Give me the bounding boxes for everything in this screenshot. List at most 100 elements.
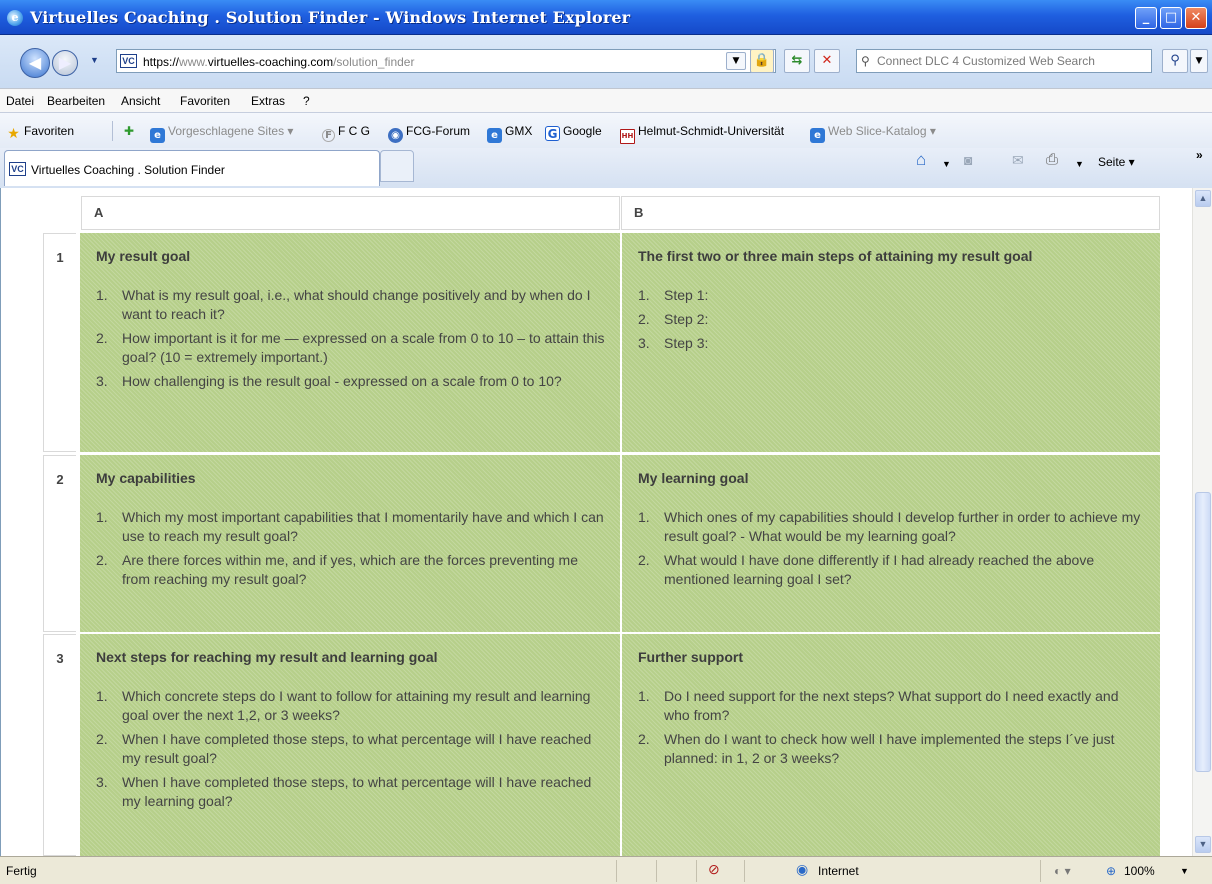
star-icon: ★ [7, 126, 20, 142]
security-zone: Internet [818, 864, 859, 878]
fav-fcg[interactable]: FF C G [322, 124, 370, 142]
stop-icon[interactable]: ✕ [814, 49, 840, 73]
menu-extras[interactable]: Extras [251, 94, 285, 108]
protected-mode-icon[interactable]: ◐ ▾ [1054, 864, 1071, 878]
list-item: 1. What is my result goal, i.e., what sho… [96, 287, 591, 322]
menu-bar: Datei Bearbeiten Ansicht Favoriten Extra… [0, 88, 1212, 112]
tab-label: Virtuelles Coaching . Solution Finder [31, 163, 225, 177]
column-header-b: B [621, 196, 1160, 230]
new-tab-button[interactable] [380, 150, 414, 182]
search-placeholder: Connect DLC 4 Customized Web Search [877, 54, 1095, 68]
list-item: 2. Step 2: [638, 311, 709, 327]
cell-2b: My learning goal 1. Which ones of my capa… [621, 454, 1161, 633]
list-item: 3. How challenging is the result goal - e… [96, 373, 562, 389]
fav-gmx[interactable]: e GMX [487, 124, 532, 143]
page-menu[interactable]: Seite ▾ [1098, 155, 1135, 169]
page-content: A B 1 My result goal 1. What is my result… [0, 188, 1192, 856]
cell-1a: My result goal 1. What is my result goal,… [79, 232, 621, 453]
cell-title: Next steps for reaching my result and le… [96, 649, 438, 665]
list-item: 1. Do I need support for the next steps? … [638, 688, 1119, 723]
search-field[interactable]: ⚲ Connect DLC 4 Customized Web Search [856, 49, 1152, 73]
address-field[interactable]: VC https://www.virtuelles-coaching.com/s… [116, 49, 776, 73]
status-divider [616, 860, 617, 882]
close-button[interactable]: ✕ [1185, 7, 1207, 29]
print-dropdown-icon[interactable]: ▼ [1075, 159, 1084, 169]
zoom-icon[interactable]: ⊕ [1106, 864, 1116, 878]
ie-icon: e [810, 128, 825, 143]
hsu-icon: HH [620, 129, 635, 144]
search-go-button[interactable]: ⚲ [1162, 49, 1188, 73]
status-divider [696, 860, 697, 882]
browser-window: e Virtuelles Coaching . Solution Finder … [0, 0, 1212, 884]
list-item: 1. Which ones of my capabilities should I… [638, 509, 1141, 544]
fav-hsu[interactable]: HH Helmut-Schmidt-Universität [620, 124, 784, 144]
list-item: 2. When I have completed those steps, to … [96, 731, 592, 766]
scroll-up-arrow-icon[interactable]: ▲ [1195, 190, 1211, 207]
tab-solution-finder[interactable]: VC Virtuelles Coaching . Solution Finder [4, 150, 380, 186]
list-item: 1. Which my most important capabilities t… [96, 509, 604, 544]
menu-bearbeiten[interactable]: Bearbeiten [47, 94, 105, 108]
search-icon: ⚲ [861, 54, 870, 68]
cell-title: My result goal [96, 248, 191, 264]
window-title: Virtuelles Coaching . Solution Finder - … [30, 8, 631, 27]
address-url: https://www.virtuelles-coaching.com/solu… [143, 55, 415, 69]
fav-vorgeschlagene-sites[interactable]: e Vorgeschlagene Sites ▾ [150, 124, 293, 143]
scroll-thumb[interactable] [1195, 492, 1211, 772]
menu-help[interactable]: ? [303, 94, 310, 108]
favorites-button[interactable]: ★ Favoriten [6, 124, 74, 142]
more-commands-icon[interactable]: » [1196, 148, 1203, 162]
refresh-icon[interactable]: ⇆ [784, 49, 810, 73]
list-item: 1. Step 1: [638, 287, 709, 303]
add-favorite-icon[interactable]: ✚ [124, 124, 134, 138]
row-number-2: 2 [43, 455, 76, 632]
forward-button[interactable]: ▶ [52, 50, 78, 76]
menu-ansicht[interactable]: Ansicht [121, 94, 160, 108]
cell-title: The first two or three main steps of att… [638, 248, 1033, 264]
list-item: 3. When I have completed those steps, to … [96, 774, 592, 809]
recent-pages-dropdown[interactable]: ▼ [90, 55, 99, 65]
google-icon: G [545, 126, 560, 141]
tab-favicon: VC [9, 162, 26, 176]
menu-datei[interactable]: Datei [6, 94, 34, 108]
status-text: Fertig [6, 864, 37, 878]
address-dropdown-icon[interactable]: ▼ [726, 52, 746, 70]
back-button[interactable]: ◀ [20, 48, 50, 78]
title-bar: e Virtuelles Coaching . Solution Finder … [0, 0, 1212, 35]
list-item: 2. When do I want to check how well I hav… [638, 731, 1115, 766]
zoom-dropdown-icon[interactable]: ▼ [1180, 866, 1189, 876]
list-item: 3. Step 3: [638, 335, 709, 351]
fav-google[interactable]: G Google [545, 124, 602, 141]
row-number-1: 1 [43, 233, 76, 452]
cell-3b: Further support 1. Do I need support for … [621, 633, 1161, 856]
cell-title: My capabilities [96, 470, 196, 486]
status-divider [1040, 860, 1041, 882]
feeds-icon[interactable]: ◙ [964, 152, 972, 168]
row-number-3: 3 [43, 634, 76, 856]
mail-icon[interactable]: ✉ [1012, 152, 1024, 169]
fav-fcg-forum[interactable]: ◉ FCG-Forum [388, 124, 470, 143]
status-divider [744, 860, 745, 882]
favorites-bar: ★ Favoriten ✚ e Vorgeschlagene Sites ▾ FF … [0, 112, 1212, 148]
favbar-divider [112, 121, 113, 141]
list-item: 2. Are there forces within me, and if yes… [96, 552, 578, 587]
home-dropdown-icon[interactable]: ▼ [942, 159, 951, 169]
menu-favoriten[interactable]: Favoriten [180, 94, 230, 108]
list-item: 2. What would I have done differently if … [638, 552, 1095, 587]
minimize-button[interactable]: _ [1135, 7, 1157, 29]
zoom-level[interactable]: 100% [1124, 864, 1155, 878]
site-favicon: VC [120, 54, 137, 68]
scroll-down-arrow-icon[interactable]: ▼ [1195, 836, 1211, 853]
home-icon[interactable]: ⌂ [916, 150, 926, 170]
ie-app-icon: e [7, 10, 23, 26]
privacy-icon[interactable]: ⊘ [708, 861, 720, 878]
print-icon[interactable]: ⎙ [1046, 151, 1058, 168]
ie-icon: e [487, 128, 502, 143]
maximize-button[interactable]: □ [1160, 7, 1182, 29]
fav-web-slice-katalog[interactable]: e Web Slice-Katalog ▾ [810, 124, 936, 143]
cell-1b: The first two or three main steps of att… [621, 232, 1161, 453]
lock-icon[interactable]: 🔒 [750, 49, 774, 73]
search-options-icon[interactable]: ▼ [1190, 49, 1208, 73]
vertical-scrollbar[interactable]: ▲ ▼ [1192, 188, 1212, 856]
f-icon: F [322, 129, 335, 142]
ie-icon: e [150, 128, 165, 143]
